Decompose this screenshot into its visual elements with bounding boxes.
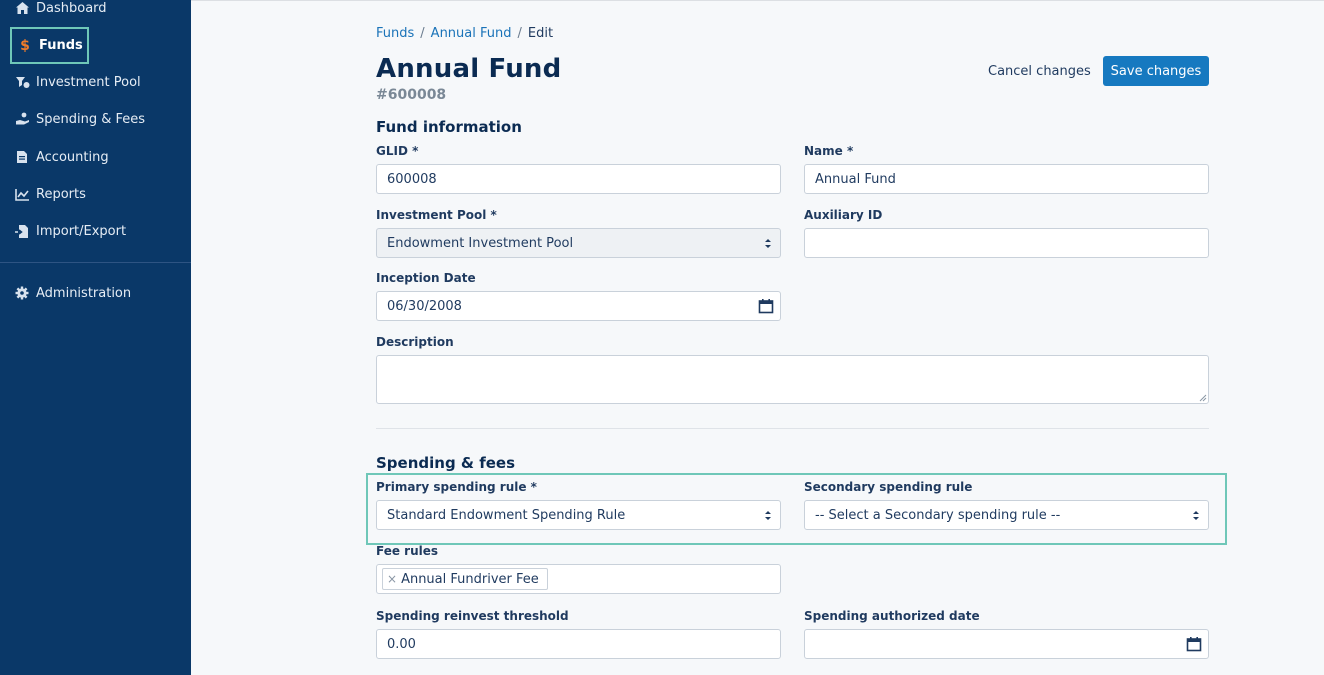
sidebar-item-accounting[interactable]: Accounting (14, 147, 109, 167)
investment-pool-value: Endowment Investment Pool (387, 235, 574, 251)
breadcrumb-separator: / (517, 26, 522, 41)
sidebar-item-investment-pool[interactable]: Investment Pool (14, 72, 141, 92)
dollar-icon: $ (20, 37, 30, 54)
secondary-spending-rule-select[interactable]: -- Select a Secondary spending rule -- (804, 500, 1209, 530)
sidebar-item-label: Investment Pool (36, 74, 141, 90)
fund-number: #600008 (376, 87, 447, 103)
inception-date-label: Inception Date (376, 271, 476, 285)
section-divider (376, 428, 1209, 429)
resize-grip-icon[interactable] (1198, 393, 1207, 402)
description-textarea[interactable] (376, 355, 1209, 404)
sidebar-item-label: Dashboard (36, 0, 107, 16)
fee-rule-tag-label: Annual Fundriver Fee (401, 571, 539, 587)
top-border (191, 0, 1324, 1)
sidebar-item-label: Administration (36, 285, 132, 301)
home-icon (14, 0, 30, 16)
save-changes-button[interactable]: Save changes (1103, 56, 1209, 86)
calendar-icon[interactable] (758, 298, 774, 314)
name-value: Annual Fund (815, 171, 896, 187)
section-heading-spending-fees: Spending & fees (376, 454, 516, 472)
fee-rules-input[interactable]: × Annual Fundriver Fee (376, 564, 781, 594)
select-caret-icon (1193, 511, 1199, 520)
secondary-spending-rule-label: Secondary spending rule (804, 480, 973, 494)
hand-coin-icon (14, 111, 30, 127)
fee-rule-tag: × Annual Fundriver Fee (382, 568, 548, 590)
page-title: Annual Fund (376, 54, 562, 84)
name-label: Name * (804, 144, 854, 158)
secondary-spending-rule-value: -- Select a Secondary spending rule -- (815, 507, 1061, 523)
section-heading-fund-information: Fund information (376, 118, 522, 136)
investment-pool-select[interactable]: Endowment Investment Pool (376, 228, 781, 258)
sidebar-item-funds[interactable]: $ Funds (10, 27, 89, 64)
primary-spending-rule-value: Standard Endowment Spending Rule (387, 507, 626, 523)
auxiliary-id-input[interactable] (804, 228, 1209, 258)
inception-date-value: 06/30/2008 (387, 298, 462, 314)
primary-spending-rule-label: Primary spending rule * (376, 480, 537, 494)
sidebar-item-administration[interactable]: Administration (14, 283, 131, 303)
breadcrumb: Funds / Annual Fund / Edit (376, 26, 553, 41)
glid-value: 600008 (387, 171, 437, 187)
spending-reinvest-threshold-input[interactable]: 0.00 (376, 629, 781, 659)
breadcrumb-separator: / (420, 26, 425, 41)
sidebar-item-dashboard[interactable]: Dashboard (14, 0, 107, 18)
primary-spending-rule-select[interactable]: Standard Endowment Spending Rule (376, 500, 781, 530)
glid-label: GLID * (376, 144, 419, 158)
breadcrumb-current: Edit (527, 26, 554, 41)
select-caret-icon (765, 239, 771, 248)
breadcrumb-funds-link[interactable]: Funds (376, 26, 414, 41)
spending-authorized-date-label: Spending authorized date (804, 609, 980, 623)
chart-line-icon (14, 186, 30, 202)
sidebar-divider (0, 262, 191, 263)
remove-tag-icon[interactable]: × (387, 572, 397, 586)
calendar-icon[interactable] (1186, 636, 1202, 652)
select-caret-icon (765, 511, 771, 520)
sidebar-item-label: Import/Export (36, 223, 127, 239)
spending-reinvest-threshold-label: Spending reinvest threshold (376, 609, 569, 623)
ledger-icon (14, 149, 30, 165)
sidebar-item-label: Spending & Fees (36, 111, 146, 127)
spending-reinvest-threshold-value: 0.00 (387, 636, 416, 652)
sidebar-item-label: Accounting (36, 149, 109, 165)
pool-icon (14, 74, 30, 90)
sidebar-item-reports[interactable]: Reports (14, 184, 86, 204)
fee-rules-label: Fee rules (376, 544, 439, 558)
gear-icon (14, 285, 30, 301)
cancel-changes-button[interactable]: Cancel changes (980, 56, 1099, 86)
description-label: Description (376, 335, 454, 349)
breadcrumb-fund-link[interactable]: Annual Fund (431, 26, 512, 41)
sidebar-item-import-export[interactable]: Import/Export (14, 221, 126, 241)
sidebar: Dashboard $ Funds Investment Pool Spendi… (0, 0, 191, 675)
sidebar-item-label: Funds (39, 38, 83, 53)
name-input[interactable]: Annual Fund (804, 164, 1209, 194)
inception-date-input[interactable]: 06/30/2008 (376, 291, 781, 321)
investment-pool-label: Investment Pool * (376, 208, 497, 222)
sidebar-item-spending-fees[interactable]: Spending & Fees (14, 109, 145, 129)
spending-authorized-date-input[interactable] (804, 629, 1209, 659)
file-import-icon (14, 223, 30, 239)
auxiliary-id-label: Auxiliary ID (804, 208, 883, 222)
glid-input[interactable]: 600008 (376, 164, 781, 194)
sidebar-item-label: Reports (36, 186, 86, 202)
